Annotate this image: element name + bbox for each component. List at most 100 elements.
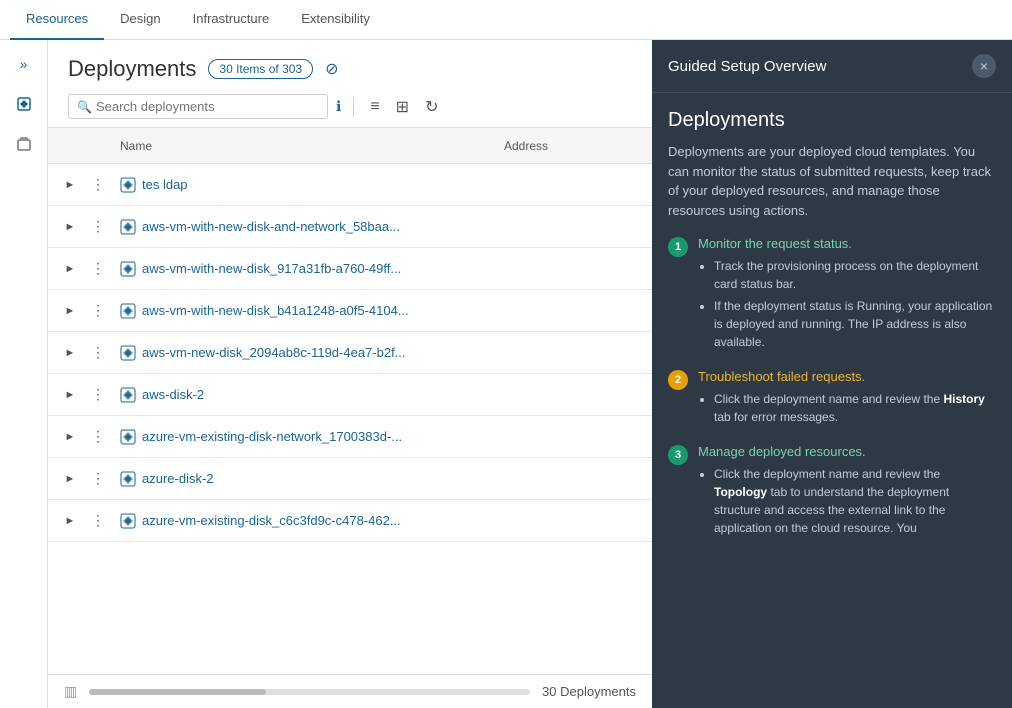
row-expand[interactable]: ► <box>56 431 84 443</box>
step-bullets: Click the deployment name and review the… <box>698 390 996 426</box>
row-expand[interactable]: ► <box>56 179 84 191</box>
tab-resources[interactable]: Resources <box>10 0 104 40</box>
deployment-icon <box>120 345 136 361</box>
table-row[interactable]: ► ⋮ aws-vm-with-new-disk_917a31fb-a760-4… <box>48 248 652 290</box>
table-header: Name Address <box>48 128 652 164</box>
deployment-link[interactable]: azure-vm-existing-disk-network_1700383d-… <box>142 429 402 444</box>
row-expand[interactable]: ► <box>56 473 84 485</box>
panel-header: Guided Setup Overview × <box>652 40 1012 93</box>
deployment-link[interactable]: aws-vm-with-new-disk-and-network_58baa..… <box>142 219 400 234</box>
table-row[interactable]: ► ⋮ aws-vm-new-disk_2094ab8c-119d-4ea7-b… <box>48 332 652 374</box>
table-row[interactable]: ► ⋮ azure-vm-existing-disk-network_17003… <box>48 416 652 458</box>
step-bullet: If the deployment status is Running, you… <box>714 297 996 351</box>
deployment-icon <box>120 471 136 487</box>
step-title: Manage deployed resources. <box>698 444 996 459</box>
step-number: 2 <box>668 370 688 390</box>
row-name: azure-vm-existing-disk_c6c3fd9c-c478-462… <box>112 513 504 529</box>
row-menu[interactable]: ⋮ <box>84 302 112 319</box>
table-row[interactable]: ► ⋮ azure-vm-existing-disk_c6c3fd9c-c478… <box>48 500 652 542</box>
deployment-link[interactable]: aws-vm-with-new-disk_b41a1248-a0f5-4104.… <box>142 303 409 318</box>
row-expand[interactable]: ► <box>56 347 84 359</box>
deployment-link[interactable]: azure-vm-existing-disk_c6c3fd9c-c478-462… <box>142 513 401 528</box>
row-menu[interactable]: ⋮ <box>84 428 112 445</box>
step-bullet: Click the deployment name and review the… <box>714 390 996 426</box>
table-body: ► ⋮ tes ldap ► ⋮ aws-vm-with-new-disk-an… <box>48 164 652 674</box>
row-menu[interactable]: ⋮ <box>84 176 112 193</box>
top-nav: Resources Design Infrastructure Extensib… <box>0 0 1012 40</box>
row-menu[interactable]: ⋮ <box>84 218 112 235</box>
deployment-link[interactable]: aws-disk-2 <box>142 387 204 402</box>
step-3: 3 Manage deployed resources. Click the d… <box>668 444 996 541</box>
table-footer: ▥ 30 Deployments <box>48 674 652 708</box>
column-address: Address <box>504 139 644 153</box>
deployment-link[interactable]: tes ldap <box>142 177 188 192</box>
row-menu[interactable]: ⋮ <box>84 260 112 277</box>
table-row[interactable]: ► ⋮ aws-vm-with-new-disk_b41a1248-a0f5-4… <box>48 290 652 332</box>
deployment-icon <box>120 513 136 529</box>
table-row[interactable]: ► ⋮ aws-vm-with-new-disk-and-network_58b… <box>48 206 652 248</box>
step-2: 2 Troubleshoot failed requests. Click th… <box>668 369 996 430</box>
panel-icon[interactable]: ▥ <box>64 683 77 700</box>
deployment-icon <box>120 261 136 277</box>
row-name: azure-vm-existing-disk-network_1700383d-… <box>112 429 504 445</box>
deployment-icon <box>120 219 136 235</box>
tab-infrastructure[interactable]: Infrastructure <box>177 0 286 40</box>
table-row[interactable]: ► ⋮ tes ldap <box>48 164 652 206</box>
deployment-icon <box>120 387 136 403</box>
row-name: aws-vm-new-disk_2094ab8c-119d-4ea7-b2f..… <box>112 345 504 361</box>
page-title: Deployments <box>68 56 196 82</box>
row-expand[interactable]: ► <box>56 389 84 401</box>
info-icon[interactable]: ℹ <box>336 98 341 115</box>
row-expand[interactable]: ► <box>56 515 84 527</box>
step-content: Monitor the request status. Track the pr… <box>698 236 996 355</box>
diamond-icon <box>16 96 32 112</box>
row-expand[interactable]: ► <box>56 305 84 317</box>
step-content: Troubleshoot failed requests. Click the … <box>698 369 996 430</box>
search-input-wrap[interactable]: 🔍 <box>68 94 328 119</box>
grid-view-button[interactable]: ⊞ <box>392 95 413 119</box>
vertical-divider <box>353 97 354 117</box>
search-input[interactable] <box>96 99 319 114</box>
cube-icon-btn[interactable] <box>8 128 40 160</box>
row-expand[interactable]: ► <box>56 221 84 233</box>
filter-icon[interactable]: ⊘ <box>325 59 338 79</box>
deployment-link[interactable]: azure-disk-2 <box>142 471 214 486</box>
sidebar: » <box>0 40 48 708</box>
panel-body: Deployments Deployments are your deploye… <box>652 93 1012 708</box>
panel-title: Guided Setup Overview <box>668 58 826 75</box>
search-bar: 🔍 ℹ ≡ ⊞ ↻ <box>48 90 652 127</box>
tab-extensibility[interactable]: Extensibility <box>285 0 386 40</box>
step-number: 3 <box>668 445 688 465</box>
collapse-button[interactable]: » <box>8 48 40 80</box>
deployment-link[interactable]: aws-vm-new-disk_2094ab8c-119d-4ea7-b2f..… <box>142 345 406 360</box>
deployment-icon <box>120 303 136 319</box>
footer-count: 30 Deployments <box>542 684 636 699</box>
tab-design[interactable]: Design <box>104 0 176 40</box>
deployment-icon <box>120 429 136 445</box>
step-number: 1 <box>668 237 688 257</box>
row-name: azure-disk-2 <box>112 471 504 487</box>
scrollbar-thumb <box>89 689 265 695</box>
search-icon: 🔍 <box>77 100 92 114</box>
row-menu[interactable]: ⋮ <box>84 344 112 361</box>
row-menu[interactable]: ⋮ <box>84 470 112 487</box>
row-menu[interactable]: ⋮ <box>84 386 112 403</box>
step-1: 1 Monitor the request status. Track the … <box>668 236 996 355</box>
table-row[interactable]: ► ⋮ aws-disk-2 <box>48 374 652 416</box>
row-name: aws-vm-with-new-disk-and-network_58baa..… <box>112 219 504 235</box>
row-menu[interactable]: ⋮ <box>84 512 112 529</box>
table-row[interactable]: ► ⋮ azure-disk-2 <box>48 458 652 500</box>
close-button[interactable]: × <box>972 54 996 78</box>
horizontal-scrollbar[interactable] <box>89 689 530 695</box>
panel-steps: 1 Monitor the request status. Track the … <box>668 236 996 541</box>
refresh-button[interactable]: ↻ <box>421 95 442 119</box>
row-expand[interactable]: ► <box>56 263 84 275</box>
column-name: Name <box>112 139 504 153</box>
items-badge: 30 Items of 303 <box>208 59 313 79</box>
deployment-link[interactable]: aws-vm-with-new-disk_917a31fb-a760-49ff.… <box>142 261 401 276</box>
table-wrap: Name Address ► ⋮ tes ldap ► ⋮ aws-vm-w <box>48 127 652 708</box>
list-view-button[interactable]: ≡ <box>366 96 383 118</box>
diamond-icon-btn[interactable] <box>8 88 40 120</box>
content-area: Deployments 30 Items of 303 ⊘ 🔍 ℹ ≡ ⊞ ↻ … <box>48 40 652 708</box>
guided-setup-panel: Guided Setup Overview × Deployments Depl… <box>652 40 1012 708</box>
